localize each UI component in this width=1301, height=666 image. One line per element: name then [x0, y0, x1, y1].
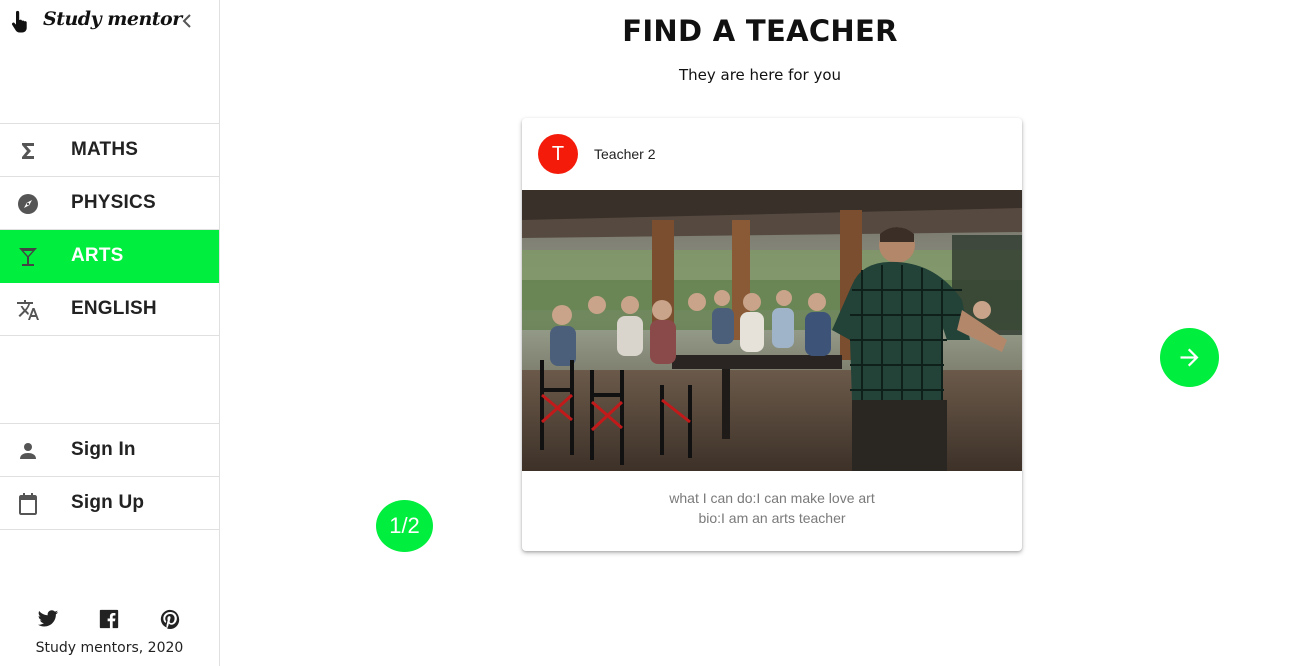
brand-header: Study mentor [0, 0, 219, 44]
sign-up-label: Sign Up [71, 492, 145, 513]
sigma-icon [22, 143, 34, 159]
avatar: T [538, 134, 578, 174]
chevron-left-icon[interactable] [178, 10, 196, 32]
sign-in-label: Sign In [71, 439, 136, 460]
twitter-icon[interactable] [37, 608, 59, 630]
page-counter: 1/2 [376, 500, 433, 552]
nav-item-physics[interactable]: PHYSICS [0, 177, 219, 230]
person-icon [20, 443, 36, 459]
nav-item-label: ARTS [71, 245, 124, 266]
teacher-skills: what I can do:I can make love art [669, 490, 875, 506]
subject-nav: MATHS PHYSICS ARTS ENGLISH [0, 123, 219, 336]
facebook-icon[interactable] [98, 608, 120, 630]
page-title: FIND A TEACHER [622, 14, 898, 48]
arrow-right-icon [1180, 348, 1199, 367]
cocktail-icon [19, 248, 37, 266]
teacher-description: what I can do:I can make love art bio:I … [522, 488, 1022, 528]
teacher-name: Teacher 2 [594, 146, 656, 162]
teacher-photo [522, 190, 1022, 471]
nav-item-label: PHYSICS [71, 192, 156, 213]
page-subtitle: They are here for you [678, 66, 842, 84]
nav-item-maths[interactable]: MATHS [0, 124, 219, 177]
pinterest-icon[interactable] [159, 608, 181, 630]
compass-icon [18, 194, 38, 214]
nav-item-arts[interactable]: ARTS [0, 230, 219, 283]
nav-item-english[interactable]: ENGLISH [0, 283, 219, 336]
social-links [0, 608, 219, 632]
translate-icon [17, 300, 39, 320]
nav-item-label: ENGLISH [71, 298, 157, 319]
auth-nav: Sign In Sign Up [0, 423, 219, 530]
pointing-hand-icon [12, 10, 27, 33]
brand-name: Study mentor [43, 8, 182, 30]
footer-copyright: Study mentors, 2020 [35, 640, 184, 656]
nav-item-label: MATHS [71, 139, 139, 160]
sign-in-link[interactable]: Sign In [0, 424, 219, 477]
calendar-icon [19, 493, 37, 515]
sidebar: Study mentor MATHS PHYSICS ARTS ENGLISH … [0, 0, 220, 666]
teacher-bio: bio:I am an arts teacher [698, 510, 846, 526]
teacher-card[interactable]: T Teacher 2 what I can do:I can make lov… [522, 118, 1022, 551]
sign-up-link[interactable]: Sign Up [0, 477, 219, 530]
next-teacher-button[interactable] [1160, 328, 1219, 387]
